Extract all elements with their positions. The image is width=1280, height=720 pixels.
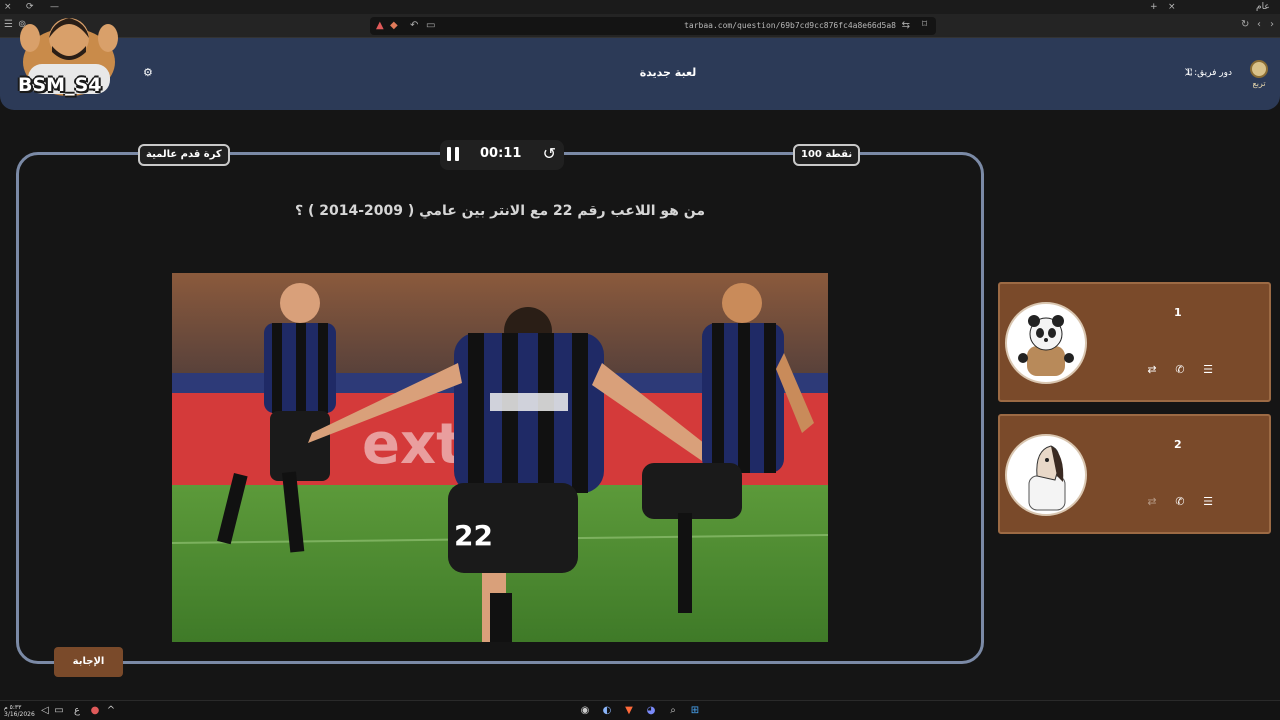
team-card-1: 1 ⇄ ✆ ☰ [998,282,1271,402]
category-badge: كرة قدم عالمية [138,144,230,166]
brave-shield-icon[interactable]: ▲ [376,17,384,35]
reader-icon[interactable]: ▭ [426,17,435,35]
network-icon[interactable]: ▭ [52,704,66,718]
points-badge: 100 نقطة [793,144,861,166]
streamer-overlay: BSM_S4 [6,4,132,104]
language-indicator[interactable]: ع [70,704,84,718]
steam-icon[interactable]: ◐ [600,704,614,718]
taskbar-clock[interactable]: ٥:٣٣ م 3/16/2026 [4,704,35,718]
back-icon[interactable]: ↶ [410,17,418,35]
team-card-2: 2 ⇄ ✆ ☰ [998,414,1271,534]
streamer-tag: BSM_S4 [18,74,102,96]
taskbar-time: ٥:٣٣ م [4,704,22,711]
taskbar-date: 3/16/2026 [4,711,35,718]
page-title: لعبة جديدة [639,66,697,79]
discord-icon[interactable]: ◕ [644,704,658,718]
obs-icon[interactable]: ◉ [578,704,592,718]
search-icon[interactable]: ⌕ [666,704,680,718]
turn-indicator: دور فريق: 1 [1185,68,1232,78]
address-bar[interactable]: ▲ ◆ ↶ ▭ tarbaa.com/question/69b7cd9cc876… [370,17,936,35]
phone-icon[interactable]: ✆ [1172,362,1188,378]
brand-logo[interactable]: تربع [1248,60,1270,88]
volume-icon[interactable]: ◁ [38,704,52,718]
brand-name: تربع [1252,79,1266,88]
extension-icon[interactable]: ◆ [390,17,398,35]
close-tab-button[interactable]: × [1168,0,1176,14]
timer-value: 00:11 [480,146,522,161]
microphone-icon[interactable]: ● [88,704,102,718]
timer-control: 00:11 ↺ [440,140,564,170]
browser-toolbar: ☰ ⊚ ▲ ◆ ↶ ▭ tarbaa.com/question/69b7cd9c… [0,14,1280,38]
panda-avatar-icon [1005,302,1087,384]
team-tools: ⇄ ✆ ☰ [1144,362,1216,378]
brand-mark-icon [1250,60,1268,78]
share-icon[interactable]: ⇆ [902,17,910,35]
phone-icon[interactable]: ✆ [1172,494,1188,510]
swap-icon[interactable]: ⇄ [1144,494,1160,510]
site-header: ⚙ لعبة جديدة ⤨ دور فريق: 1 تربع [0,38,1280,110]
refresh-icon[interactable]: ↻ [1241,16,1249,34]
team-tools: ⇄ ✆ ☰ [1144,494,1216,510]
svg-text:22: 22 [454,519,493,552]
url-text[interactable]: tarbaa.com/question/69b7cd9cc876fc4a8e66… [684,17,896,35]
answer-button[interactable]: الإجابة [54,647,123,677]
question-text: من هو اللاعب رقم 22 مع الانتر بين عامي (… [294,203,706,219]
forward-nav-icon[interactable]: › [1270,16,1274,34]
question-photo: exten 22 [172,273,828,642]
bookmark-icon[interactable]: ⌑ [922,16,927,34]
team-score: 2 [1174,438,1182,451]
list-icon[interactable]: ☰ [1200,362,1216,378]
reset-timer-icon[interactable]: ↺ [543,144,556,163]
os-taskbar: ٥:٣٣ م 3/16/2026 ◁ ▭ ع ● ^ ◉ ◐ ▼ ◕ ⌕ ⊞ [0,700,1280,720]
profile-label: عام [1256,2,1270,12]
horse-avatar-icon [1005,434,1087,516]
pause-icon[interactable] [447,147,459,161]
windows-start-icon[interactable]: ⊞ [688,704,702,718]
list-icon[interactable]: ☰ [1200,494,1216,510]
swap-icon[interactable]: ⇄ [1144,362,1160,378]
football-photo: exten 22 [172,273,828,642]
team-score: 1 [1174,306,1182,319]
new-tab-button[interactable]: + [1150,0,1158,14]
brave-icon[interactable]: ▼ [622,704,636,718]
back-nav-icon[interactable]: ‹ [1257,16,1261,34]
tray-expand-icon[interactable]: ^ [104,704,118,718]
browser-tab-bar: × ⟳ — + × عام [0,0,1280,14]
